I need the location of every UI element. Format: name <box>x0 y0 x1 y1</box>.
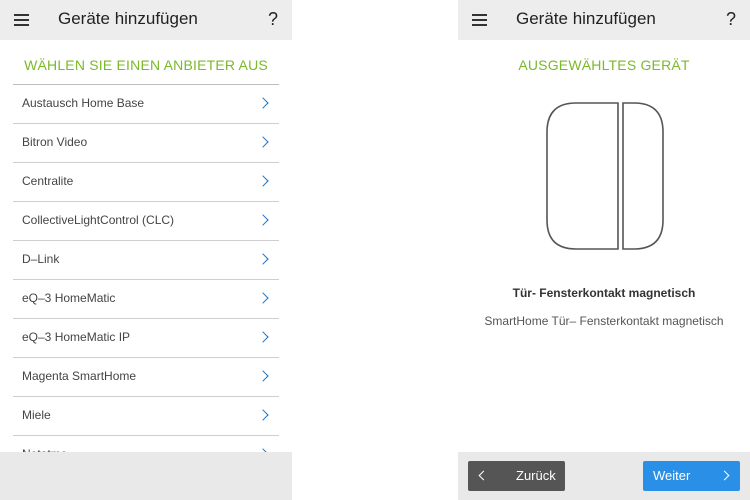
provider-list-item[interactable]: eQ–3 HomeMatic <box>13 279 279 318</box>
provider-label: Magenta SmartHome <box>22 369 137 383</box>
chevron-right-icon <box>257 370 269 382</box>
device-name: Tür- Fensterkontakt magnetisch <box>512 286 696 300</box>
provider-label: Centralite <box>22 174 74 188</box>
page-title: Geräte hinzufügen <box>58 9 198 28</box>
provider-label: eQ–3 HomeMatic <box>22 291 116 305</box>
help-icon[interactable]: ? <box>268 9 278 30</box>
chevron-right-icon <box>257 253 269 265</box>
provider-list-item[interactable]: Austausch Home Base <box>13 84 279 123</box>
page-title: Geräte hinzufügen <box>516 9 656 28</box>
bottom-bar <box>0 452 292 500</box>
bottom-bar: Zurück Weiter <box>458 452 750 500</box>
section-title: WÄHLEN SIE EINEN ANBIETER AUS <box>24 57 268 73</box>
chevron-right-icon <box>257 409 269 421</box>
help-icon[interactable]: ? <box>726 9 736 30</box>
provider-list-item[interactable]: Bitron Video <box>13 123 279 162</box>
provider-list-item[interactable]: D–Link <box>13 240 279 279</box>
next-button-label: Weiter <box>653 468 691 483</box>
app-bar: Geräte hinzufügen ? <box>0 0 292 40</box>
chevron-right-icon <box>257 136 269 148</box>
provider-selection-screen: Geräte hinzufügen ? WÄHLEN SIE EINEN ANB… <box>0 0 292 500</box>
provider-list: Austausch Home Base Bitron Video Centralit… <box>13 84 279 474</box>
provider-label: Bitron Video <box>22 135 88 149</box>
provider-label: CollectiveLightControl (CLC) <box>22 213 175 227</box>
device-description: SmartHome Tür– Fensterkontakt magnetisch <box>484 314 724 328</box>
chevron-left-icon <box>478 470 489 481</box>
provider-list-item[interactable]: Miele <box>13 396 279 435</box>
menu-icon[interactable] <box>14 14 29 26</box>
back-button[interactable]: Zurück <box>468 461 565 491</box>
chevron-right-icon <box>257 331 269 343</box>
next-button[interactable]: Weiter <box>643 461 740 491</box>
provider-list-item[interactable]: CollectiveLightControl (CLC) <box>13 201 279 240</box>
provider-list-item[interactable]: Magenta SmartHome <box>13 357 279 396</box>
section-title: AUSGEWÄHLTES GERÄT <box>518 57 690 73</box>
menu-icon[interactable] <box>472 14 487 26</box>
provider-label: eQ–3 HomeMatic IP <box>22 330 131 344</box>
back-button-label: Zurück <box>516 468 556 483</box>
chevron-right-icon <box>257 97 269 109</box>
chevron-right-icon <box>719 470 730 481</box>
app-bar: Geräte hinzufügen ? <box>458 0 750 40</box>
provider-label: Austausch Home Base <box>22 96 145 110</box>
selected-device-screen: Geräte hinzufügen ? AUSGEWÄHLTES GERÄT T… <box>458 0 750 500</box>
chevron-right-icon <box>257 214 269 226</box>
provider-label: Miele <box>22 408 51 422</box>
chevron-right-icon <box>257 292 269 304</box>
provider-list-item[interactable]: Centralite <box>13 162 279 201</box>
chevron-right-icon <box>257 175 269 187</box>
provider-list-item[interactable]: eQ–3 HomeMatic IP <box>13 318 279 357</box>
door-window-contact-icon <box>546 102 664 250</box>
provider-label: D–Link <box>22 252 60 266</box>
